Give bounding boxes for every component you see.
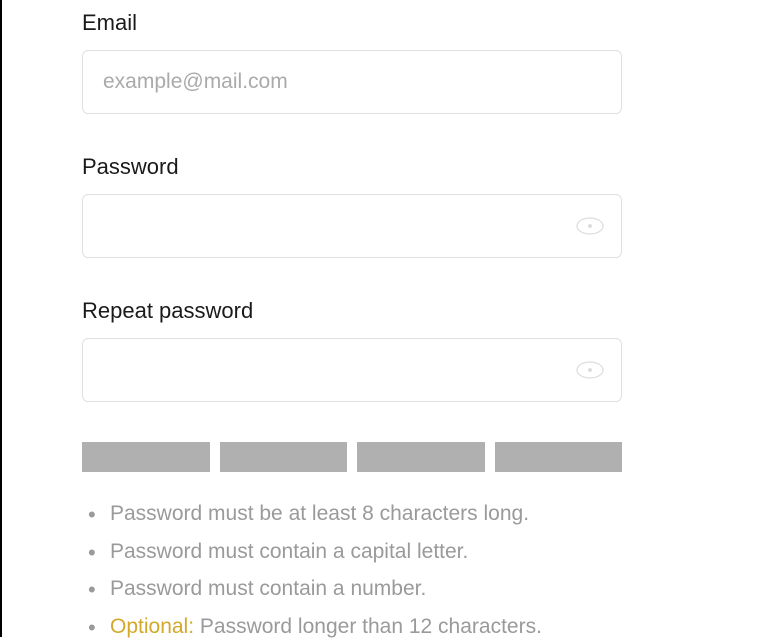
email-input[interactable] [82, 50, 622, 114]
repeat-password-visibility-toggle[interactable] [576, 360, 604, 380]
repeat-password-field-group: Repeat password [82, 298, 622, 402]
list-item: Password must be at least 8 characters l… [88, 498, 622, 530]
password-input[interactable] [82, 194, 622, 258]
repeat-password-input[interactable] [82, 338, 622, 402]
password-rules-list: Password must be at least 8 characters l… [82, 498, 622, 642]
strength-bar-3 [357, 442, 485, 472]
strength-bar-4 [495, 442, 623, 472]
password-label: Password [82, 154, 622, 180]
email-input-wrapper [82, 50, 622, 114]
password-field-group: Password [82, 154, 622, 258]
rule-text: Password must be at least 8 characters l… [110, 502, 529, 525]
repeat-password-input-wrapper [82, 338, 622, 402]
rule-text: Password must contain a capital letter. [110, 540, 468, 563]
strength-bar-2 [220, 442, 348, 472]
list-item: Password must contain a capital letter. [88, 536, 622, 568]
password-visibility-toggle[interactable] [576, 216, 604, 236]
password-strength-meter [82, 442, 622, 472]
rule-text: Password longer than 12 characters. [194, 615, 542, 638]
optional-tag: Optional: [110, 615, 194, 638]
list-item: Password must contain a number. [88, 573, 622, 605]
password-input-wrapper [82, 194, 622, 258]
repeat-password-label: Repeat password [82, 298, 622, 324]
eye-icon [576, 216, 604, 236]
email-label: Email [82, 10, 622, 36]
list-item: Optional: Password longer than 12 charac… [88, 611, 622, 643]
eye-icon [576, 360, 604, 380]
rule-text: Password must contain a number. [110, 577, 426, 600]
strength-bar-1 [82, 442, 210, 472]
email-field-group: Email [82, 10, 622, 114]
